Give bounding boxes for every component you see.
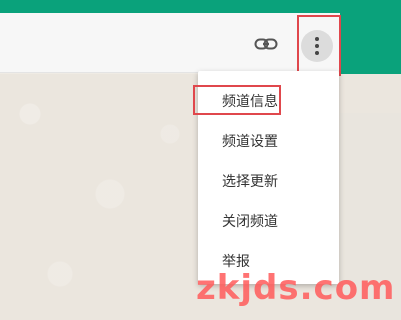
top-teal-bar (0, 0, 401, 13)
menu-item-select-updates[interactable]: 选择更新 (198, 162, 339, 200)
more-options-button[interactable] (301, 30, 333, 62)
channel-header (0, 13, 340, 73)
menu-item-close-channel[interactable]: 关闭频道 (198, 202, 339, 240)
more-vertical-icon (315, 37, 319, 41)
watermark-text: zkjds.com (196, 268, 396, 308)
menu-item-label: 频道设置 (222, 134, 278, 150)
menu-item-label: 关闭频道 (222, 214, 278, 230)
link-icon[interactable] (254, 36, 278, 52)
channel-info-highlight-box (193, 85, 281, 115)
menu-item-channel-settings[interactable]: 频道设置 (198, 122, 339, 160)
menu-item-label: 选择更新 (222, 174, 278, 190)
